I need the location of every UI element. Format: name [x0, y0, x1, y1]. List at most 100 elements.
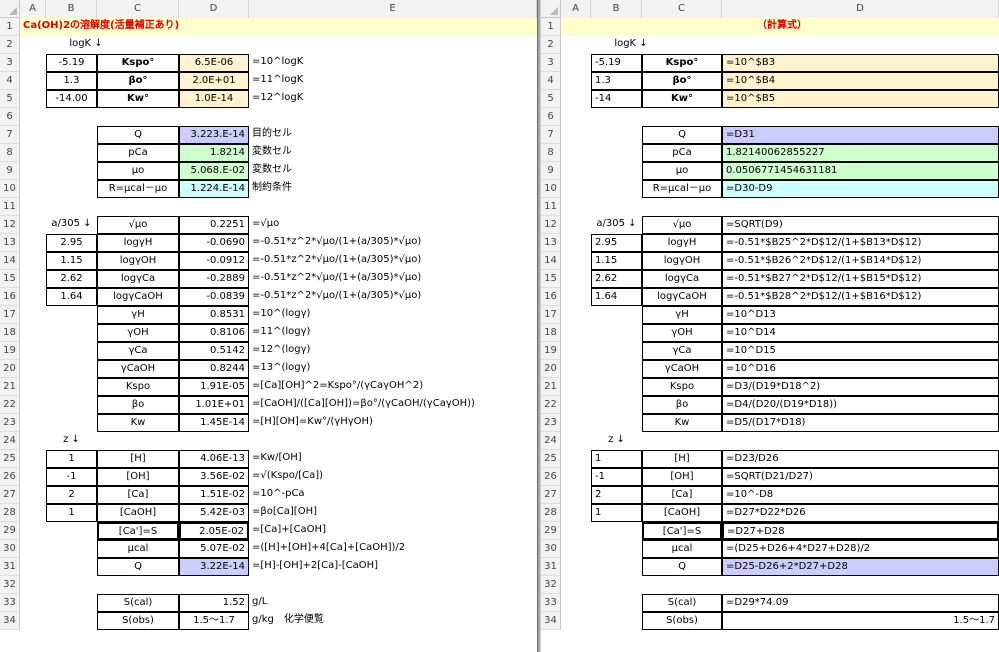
row-header-21[interactable]: 21 [0, 378, 20, 396]
row-header-8[interactable]: 8 [0, 144, 20, 162]
cell-b16[interactable]: 1.64 [46, 288, 97, 306]
row-header-19[interactable]: 19 [541, 342, 561, 360]
row-header-20[interactable]: 20 [541, 360, 561, 378]
row-header-6[interactable]: 6 [0, 108, 20, 126]
row-header-27[interactable]: 27 [0, 486, 20, 504]
cell-d5[interactable]: 1.0E-14 [179, 90, 249, 108]
cell-d29[interactable]: 2.05E-02 [179, 522, 249, 540]
sheet-title[interactable]: Ca(OH)2の溶解度(活量補正あり) [20, 18, 320, 36]
cell-c14[interactable]: logγOH [642, 252, 722, 270]
cell-c8[interactable]: pCa [642, 144, 722, 162]
row-header-11[interactable]: 11 [541, 198, 561, 216]
row-header-10[interactable]: 10 [541, 180, 561, 198]
row-header-4[interactable]: 4 [541, 72, 561, 90]
cell-e8[interactable]: 変数セル [249, 144, 537, 162]
cell-e5[interactable]: =12^logK [249, 90, 537, 108]
cell-b27[interactable]: 2 [46, 486, 97, 504]
cell-d33[interactable]: =D29*74.09 [722, 594, 999, 612]
cell-c34[interactable]: S(obs) [97, 612, 179, 630]
row-header-29[interactable]: 29 [0, 522, 20, 540]
row-header-1[interactable]: 1 [541, 18, 561, 36]
cell-d31[interactable]: =D25-D26+2*D27+D28 [722, 558, 999, 576]
row-header-26[interactable]: 26 [0, 468, 20, 486]
cell-b5[interactable]: -14.00 [46, 90, 97, 108]
row-header-34[interactable]: 34 [0, 612, 20, 630]
cell-b25[interactable]: 1 [46, 450, 97, 468]
sheet-title[interactable]: （計算式） [722, 18, 842, 36]
cell-e21[interactable]: =[Ca][OH]^2=Kspo°/(γCaγOH^2) [249, 378, 537, 396]
cell-c15[interactable]: logγCa [642, 270, 722, 288]
cell-e12[interactable]: =√μo [249, 216, 537, 234]
cell-c7[interactable]: Q [97, 126, 179, 144]
z-label[interactable]: z ↓ [46, 432, 97, 450]
cell-d3[interactable]: =10^$B3 [722, 54, 999, 72]
row-header-2[interactable]: 2 [0, 36, 20, 54]
cell-c10[interactable]: R=μcal－μo [642, 180, 722, 198]
cell-d20[interactable]: =10^D16 [722, 360, 999, 378]
column-header-d[interactable]: D [722, 0, 999, 18]
cell-c26[interactable]: [OH] [642, 468, 722, 486]
row-header-31[interactable]: 31 [0, 558, 20, 576]
row-header-7[interactable]: 7 [0, 126, 20, 144]
cell-c4[interactable]: βo° [642, 72, 722, 90]
cell-b5[interactable]: -14 [591, 90, 642, 108]
cell-c31[interactable]: Q [97, 558, 179, 576]
cell-c19[interactable]: γCa [642, 342, 722, 360]
cell-c12[interactable]: √μo [642, 216, 722, 234]
cell-d9[interactable]: 5.068.E-02 [179, 162, 249, 180]
cell-d7[interactable]: =D31 [722, 126, 999, 144]
cell-b28[interactable]: 1 [591, 504, 642, 522]
cell-e19[interactable]: =12^(logγ) [249, 342, 537, 360]
cell-e23[interactable]: =[H][OH]=Kw°/(γHγOH) [249, 414, 537, 432]
cell-d16[interactable]: =-0.51*$B28^2*D$12/(1+$B16*D$12) [722, 288, 999, 306]
cell-c16[interactable]: logγCaOH [642, 288, 722, 306]
cell-c22[interactable]: βo [97, 396, 179, 414]
row-header-4[interactable]: 4 [0, 72, 20, 90]
cell-d4[interactable]: 2.0E+01 [179, 72, 249, 90]
cell-d10[interactable]: 1.224.E-14 [179, 180, 249, 198]
cell-d4[interactable]: =10^$B4 [722, 72, 999, 90]
cell-e33[interactable]: g/L [249, 594, 537, 612]
cell-d14[interactable]: -0.0912 [179, 252, 249, 270]
row-header-33[interactable]: 33 [541, 594, 561, 612]
row-header-14[interactable]: 14 [0, 252, 20, 270]
cell-e13[interactable]: =-0.51*z^2*√μo/(1+(a/305)*√μo) [249, 234, 537, 252]
cell-d27[interactable]: 1.51E-02 [179, 486, 249, 504]
cell-c13[interactable]: logγH [97, 234, 179, 252]
cell-c13[interactable]: logγH [642, 234, 722, 252]
cell-c23[interactable]: Kw [642, 414, 722, 432]
cell-d26[interactable]: =SQRT(D21/D27) [722, 468, 999, 486]
row-header-18[interactable]: 18 [541, 324, 561, 342]
row-header-30[interactable]: 30 [541, 540, 561, 558]
cell-d25[interactable]: =D23/D26 [722, 450, 999, 468]
cell-c29[interactable]: [Ca']=S [642, 522, 722, 540]
row-header-28[interactable]: 28 [0, 504, 20, 522]
column-header-a[interactable]: A [561, 0, 591, 18]
row-header-33[interactable]: 33 [0, 594, 20, 612]
cell-b26[interactable]: -1 [591, 468, 642, 486]
cell-c21[interactable]: Kspo [97, 378, 179, 396]
cell-c20[interactable]: γCaOH [97, 360, 179, 378]
cell-c19[interactable]: γCa [97, 342, 179, 360]
cell-c3[interactable]: Kspo° [642, 54, 722, 72]
cell-e14[interactable]: =-0.51*z^2*√μo/(1+(a/305)*√μo) [249, 252, 537, 270]
row-header-20[interactable]: 20 [0, 360, 20, 378]
cell-c29[interactable]: [Ca']=S [97, 522, 179, 540]
column-header-e[interactable]: E [249, 0, 537, 18]
row-header-13[interactable]: 13 [541, 234, 561, 252]
row-header-22[interactable]: 22 [0, 396, 20, 414]
row-header-2[interactable]: 2 [541, 36, 561, 54]
row-header-6[interactable]: 6 [541, 108, 561, 126]
cell-c34[interactable]: S(obs) [642, 612, 722, 630]
cell-b26[interactable]: -1 [46, 468, 97, 486]
row-header-25[interactable]: 25 [0, 450, 20, 468]
row-header-17[interactable]: 17 [0, 306, 20, 324]
row-header-5[interactable]: 5 [0, 90, 20, 108]
cell-d21[interactable]: =D3/(D19*D18^2) [722, 378, 999, 396]
cell-d15[interactable]: =-0.51*$B27^2*D$12/(1+$B15*D$12) [722, 270, 999, 288]
a305-label[interactable]: a/305 ↓ [46, 216, 97, 234]
cell-d29[interactable]: =D27+D28 [722, 522, 999, 540]
cell-c30[interactable]: μcal [97, 540, 179, 558]
cell-d14[interactable]: =-0.51*$B26^2*D$12/(1+$B14*D$12) [722, 252, 999, 270]
row-header-22[interactable]: 22 [541, 396, 561, 414]
